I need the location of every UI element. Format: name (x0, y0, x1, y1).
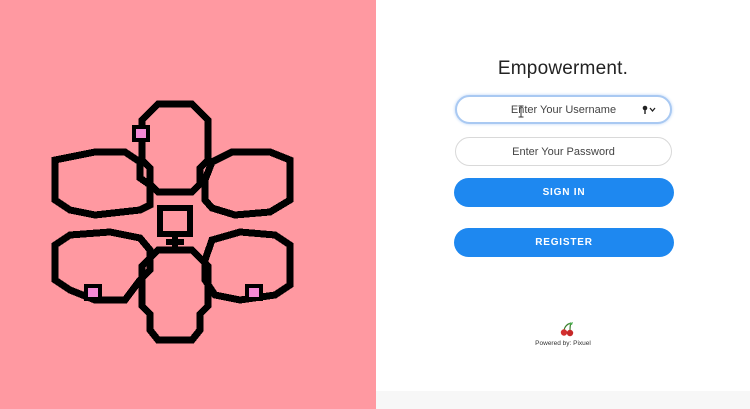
username-field[interactable]: Enter Your Username (455, 95, 672, 124)
password-field[interactable]: Enter Your Password (455, 137, 672, 166)
powered-by-text: Powered by: Pixuel (535, 340, 591, 347)
cherry-icon (560, 322, 574, 337)
text-cursor-icon (518, 105, 524, 118)
sign-in-button[interactable]: SIGN IN (454, 178, 674, 207)
bottom-strip (376, 391, 750, 409)
username-placeholder: Enter Your Username (510, 103, 617, 116)
register-button[interactable]: REGISTER (454, 228, 674, 257)
page-title: Empowerment. (497, 58, 629, 79)
key-icon[interactable] (642, 105, 656, 115)
password-placeholder: Enter Your Password (512, 145, 615, 158)
login-panel: Empowerment. Enter Your Username Enter Y… (376, 0, 750, 409)
venus-flower-icon (51, 100, 294, 344)
hero-panel (0, 0, 376, 409)
